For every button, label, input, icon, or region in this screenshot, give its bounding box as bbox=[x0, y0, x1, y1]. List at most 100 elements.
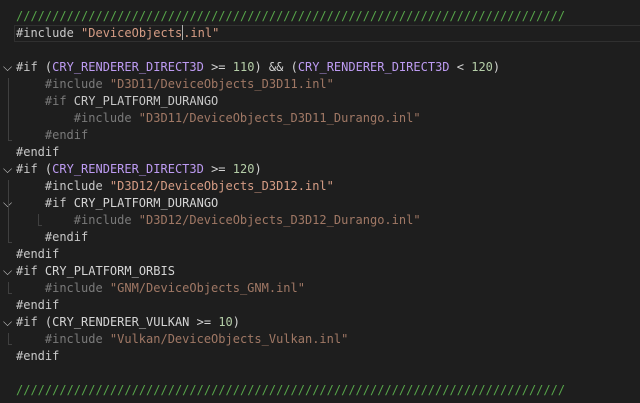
code-token: CRY_RENDERER_VULKAN bbox=[52, 315, 190, 329]
code-line[interactable]: ⌵ #if (CRY_RENDERER_VULKAN >= 10) bbox=[0, 314, 640, 331]
code-token: "D3D11/DeviceObjects_D3D11.inl" bbox=[109, 77, 334, 91]
code-token: ( bbox=[37, 60, 53, 74]
indent-guide bbox=[8, 180, 12, 243]
code-token: ( bbox=[37, 162, 53, 176]
code-token: >= bbox=[203, 60, 233, 74]
code-token: CRY_RENDERER_DIRECT3D bbox=[52, 162, 204, 176]
chevron-down-icon[interactable]: ⌵ bbox=[3, 161, 13, 178]
chevron-down-icon[interactable]: ⌵ bbox=[3, 59, 13, 76]
code-token: ) bbox=[492, 60, 501, 74]
code-text: ////////////////////////////////////////… bbox=[16, 382, 565, 399]
code-text: #include "Vulkan/DeviceObjects_Vulkan.in… bbox=[45, 331, 348, 348]
code-text: #if CRY_PLATFORM_DURANGO bbox=[45, 195, 218, 212]
code-token: ( bbox=[37, 315, 53, 329]
code-line[interactable]: #endif bbox=[0, 229, 640, 246]
code-text: #include "D3D11/DeviceObjects_D3D11.inl" bbox=[45, 76, 334, 93]
code-line[interactable]: #endif bbox=[0, 348, 640, 365]
code-token: "GNM/DeviceObjects_GNM.inl" bbox=[109, 281, 305, 295]
code-token: #if bbox=[16, 162, 38, 176]
code-text: #endif bbox=[16, 246, 59, 263]
code-token: ////////////////////////////////////////… bbox=[16, 383, 566, 397]
code-token: #if bbox=[16, 60, 38, 74]
code-token: CRY_PLATFORM_DURANGO bbox=[66, 196, 219, 210]
code-token: #endif bbox=[16, 145, 60, 159]
code-text: #endif bbox=[16, 144, 59, 161]
code-token: "D3D12/DeviceObjects_D3D12_Durango.inl" bbox=[138, 213, 421, 227]
code-token: CRY_RENDERER_DIRECT3D bbox=[52, 60, 204, 74]
code-lines[interactable]: ////////////////////////////////////////… bbox=[0, 8, 640, 399]
indent-guide bbox=[8, 282, 12, 294]
code-token: "D3D12/DeviceObjects_D3D12.inl" bbox=[109, 179, 334, 193]
code-token: #include bbox=[44, 179, 103, 193]
code-line[interactable] bbox=[0, 365, 640, 382]
code-token: CRY_PLATFORM_ORBIS bbox=[37, 264, 175, 278]
code-line[interactable]: #endif bbox=[0, 144, 640, 161]
code-token: #include bbox=[73, 111, 132, 125]
code-line[interactable]: #endif bbox=[0, 127, 640, 144]
code-token: #include bbox=[44, 332, 103, 346]
code-text: #include "DeviceObjects.inl" bbox=[16, 25, 219, 42]
indent-guide bbox=[8, 78, 12, 141]
code-line[interactable]: ⌵ #if (CRY_RENDERER_DIRECT3D >= 120) bbox=[0, 161, 640, 178]
code-line[interactable]: ⌵ #if CRY_PLATFORM_DURANGO bbox=[0, 195, 640, 212]
code-line[interactable] bbox=[0, 42, 640, 59]
code-text: #endif bbox=[45, 229, 88, 246]
code-token: #include bbox=[44, 281, 103, 295]
code-line[interactable]: #include "D3D12/DeviceObjects_D3D12_Dura… bbox=[0, 212, 640, 229]
code-token: >= bbox=[189, 315, 219, 329]
code-line[interactable]: ⌵ #if CRY_PLATFORM_ORBIS bbox=[0, 263, 640, 280]
code-token: "Vulkan/DeviceObjects_Vulkan.inl" bbox=[109, 332, 349, 346]
code-token: ////////////////////////////////////////… bbox=[16, 9, 566, 23]
chevron-down-icon[interactable]: ⌵ bbox=[3, 314, 13, 331]
code-editor[interactable]: ////////////////////////////////////////… bbox=[0, 0, 640, 403]
code-text: #include "GNM/DeviceObjects_GNM.inl" bbox=[45, 280, 305, 297]
code-text: #if CRY_PLATFORM_ORBIS bbox=[16, 263, 175, 280]
code-text: #include "D3D12/DeviceObjects_D3D12_Dura… bbox=[74, 212, 421, 229]
code-token: #if bbox=[44, 94, 67, 108]
code-token: #include bbox=[44, 77, 103, 91]
code-token: #if bbox=[44, 196, 67, 210]
code-text: #if (CRY_RENDERER_DIRECT3D >= 120) bbox=[16, 161, 262, 178]
code-text: #include "D3D11/DeviceObjects_D3D11_Dura… bbox=[74, 110, 421, 127]
code-token: #if bbox=[16, 264, 38, 278]
code-line[interactable]: #include "D3D11/DeviceObjects_D3D11.inl" bbox=[0, 76, 640, 93]
code-text: #if (CRY_RENDERER_DIRECT3D >= 110) && (C… bbox=[16, 59, 500, 76]
code-line[interactable]: #include "D3D12/DeviceObjects_D3D12.inl" bbox=[0, 178, 640, 195]
code-line[interactable]: ////////////////////////////////////////… bbox=[0, 382, 640, 399]
code-text: #endif bbox=[16, 297, 59, 314]
code-token: #endif bbox=[44, 128, 89, 142]
code-line[interactable]: #include "D3D11/DeviceObjects_D3D11_Dura… bbox=[0, 110, 640, 127]
chevron-down-icon[interactable]: ⌵ bbox=[3, 263, 13, 280]
code-line[interactable]: ⌵ #if (CRY_RENDERER_DIRECT3D >= 110) && (… bbox=[0, 59, 640, 76]
code-line[interactable]: ////////////////////////////////////////… bbox=[0, 8, 640, 25]
code-text: #endif bbox=[45, 127, 88, 144]
code-line[interactable]: #endif bbox=[0, 297, 640, 314]
code-token: #include bbox=[73, 213, 132, 227]
code-text: #endif bbox=[16, 348, 59, 365]
code-token: #endif bbox=[16, 247, 60, 261]
code-token: CRY_RENDERER_DIRECT3D bbox=[297, 60, 450, 74]
code-token: "DeviceObjects bbox=[81, 26, 183, 40]
code-token: #if bbox=[16, 315, 38, 329]
code-token: #endif bbox=[44, 230, 89, 244]
code-token: < bbox=[449, 60, 472, 74]
code-line[interactable]: #endif bbox=[0, 246, 640, 263]
code-token: #endif bbox=[16, 349, 60, 363]
code-token: 10 bbox=[218, 315, 233, 329]
code-text: ////////////////////////////////////////… bbox=[16, 8, 565, 25]
code-token: >= bbox=[203, 162, 233, 176]
code-line[interactable]: #include "DeviceObjects.inl" bbox=[0, 25, 640, 42]
indent-guide bbox=[38, 214, 42, 226]
code-line[interactable]: #include "GNM/DeviceObjects_GNM.inl" bbox=[0, 280, 640, 297]
code-token: CRY_PLATFORM_DURANGO bbox=[66, 94, 219, 108]
code-line[interactable]: #if CRY_PLATFORM_DURANGO bbox=[0, 93, 640, 110]
code-line[interactable]: #include "Vulkan/DeviceObjects_Vulkan.in… bbox=[0, 331, 640, 348]
code-token: #endif bbox=[16, 298, 60, 312]
code-text: #if (CRY_RENDERER_VULKAN >= 10) bbox=[16, 314, 240, 331]
code-token: ) bbox=[232, 315, 241, 329]
